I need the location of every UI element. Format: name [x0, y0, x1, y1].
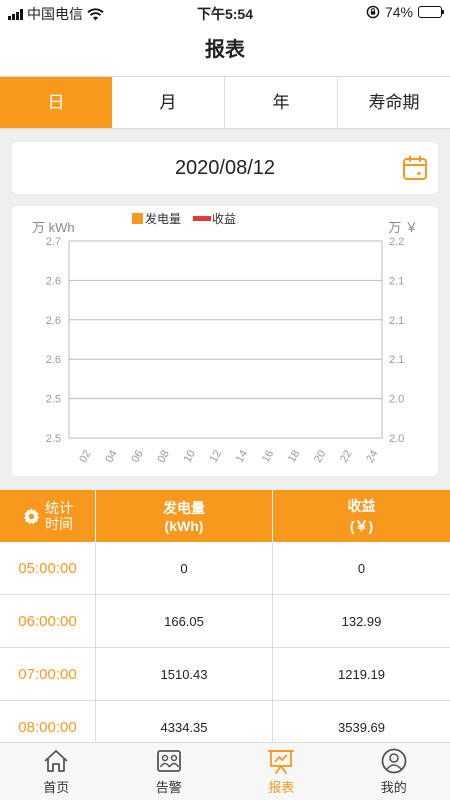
alarm-icon: [156, 750, 181, 772]
tab-day[interactable]: 日: [0, 77, 112, 128]
legend-label-energy: 发电量: [145, 211, 181, 226]
cell-energy: 0: [96, 542, 273, 594]
right-tick-label: 2.1: [389, 354, 404, 366]
cell-income: 0: [357, 560, 366, 576]
x-tick-label: 12: [208, 448, 225, 465]
cell-time: 05:00:00: [0, 542, 96, 594]
chart-card: 发电量 收益万 kWh 万 ￥ 2.5 2.0 2.5 2.0 2.6 2.1 2.6 2.1 2.6…: [12, 206, 438, 476]
x-tick-label: 16: [260, 448, 277, 465]
x-tick-label: 06: [129, 448, 146, 465]
cell-time: 07:00:00: [0, 648, 96, 700]
nav-mine[interactable]: 我的: [338, 743, 450, 800]
left-tick-label: 2.6: [46, 354, 61, 366]
left-tick-label: 2.6: [46, 315, 61, 327]
calendar-icon[interactable]: [402, 155, 428, 181]
cell-energy: 166.05: [96, 595, 273, 647]
user-icon: [381, 748, 407, 774]
left-axis-unit: 万 kWh: [32, 220, 75, 235]
header-energy: 发电量 (kWh): [96, 490, 273, 542]
x-tick-label: 08: [155, 448, 172, 465]
tab-year[interactable]: 年: [225, 77, 338, 128]
right-tick-label: 2.1: [389, 315, 404, 327]
nav-report[interactable]: 报表: [225, 743, 338, 800]
legend-swatch-energy: [132, 213, 143, 224]
nav-home-label: 首页: [43, 780, 70, 795]
right-tick-label: 2.0: [389, 394, 404, 406]
status-right: 74%: [366, 4, 444, 20]
orientation-lock-icon: [366, 5, 380, 19]
right-tick-label: 2.0: [389, 433, 404, 445]
x-tick-label: 18: [286, 448, 303, 465]
header-time-line1: 统计: [45, 500, 73, 516]
plot-area: [68, 240, 383, 439]
table-row: 05:00:00 0 0: [0, 542, 450, 595]
table-header: 统计 时间 发电量 (kWh) 收益 (￥): [0, 490, 450, 542]
right-tick-label: 2.2: [389, 236, 404, 248]
bottom-nav: 首页 告警 报表 我的: [0, 742, 450, 800]
nav-bar: 报表: [0, 24, 450, 77]
tab-lifetime[interactable]: 寿命期: [338, 77, 450, 128]
report-icon: [268, 750, 295, 774]
cell-energy: 4334.35: [96, 701, 273, 742]
table-row: 06:00:00 166.05 132.99: [0, 595, 450, 648]
header-income: 收益 (￥): [273, 490, 450, 542]
period-tabs: 日 月 年 寿命期: [0, 77, 450, 129]
header-time-label: 统计 时间: [45, 500, 73, 532]
nav-alarm[interactable]: 告警: [113, 743, 226, 800]
tab-month[interactable]: 月: [112, 77, 225, 128]
legend-label-income: 收益: [212, 212, 236, 226]
chart: 发电量 收益万 kWh 万 ￥ 2.5 2.0 2.5 2.0 2.6 2.1 2.6 2.1 2.6…: [32, 211, 418, 465]
x-tick-label: 24: [364, 448, 381, 465]
report-table: 统计 时间 发电量 (kWh) 收益 (￥) 05:00:00 0 0 06:0…: [0, 490, 450, 742]
date-selector[interactable]: 2020/08/12: [12, 142, 438, 194]
header-energy-line1: 发电量: [163, 500, 205, 516]
cell-time: 08:00:00: [0, 701, 96, 742]
home-icon: [44, 750, 68, 772]
x-tick-label: 02: [77, 448, 94, 465]
nav-report-label: 报表: [268, 780, 295, 795]
right-axis-unit: 万 ￥: [388, 220, 418, 235]
table-row: 07:00:00 1510.43 1219.19: [0, 648, 450, 701]
header-time-line2: 时间: [45, 516, 73, 532]
table-row: 08:00:00 4334.35 3539.69: [0, 701, 450, 742]
left-tick-label: 2.6: [46, 275, 61, 287]
cell-energy: 1510.43: [96, 648, 273, 700]
x-tick-label: 22: [338, 448, 355, 465]
date-value: 2020/08/12: [174, 157, 276, 179]
x-tick-label: 04: [103, 448, 120, 465]
cell-time: 06:00:00: [0, 595, 96, 647]
status-bar: 中国电信 下午5:54 74%: [0, 0, 450, 24]
cell-income: 1219.19: [338, 666, 385, 682]
header-income-line2: (￥): [349, 518, 374, 534]
left-tick-label: 2.5: [46, 394, 61, 406]
nav-mine-label: 我的: [380, 780, 407, 795]
right-tick-label: 2.1: [389, 275, 404, 287]
legend-swatch-income: [193, 216, 211, 221]
nav-home[interactable]: 首页: [0, 743, 113, 800]
battery-percent: 74%: [384, 4, 413, 20]
header-income-line1: 收益: [347, 498, 376, 514]
gear-icon[interactable]: [22, 507, 41, 526]
cell-income: 132.99: [341, 613, 382, 629]
battery-icon: [418, 6, 444, 18]
left-tick-label: 2.7: [46, 236, 61, 248]
page-title: 报表: [205, 39, 245, 61]
header-energy-line2: (kWh): [164, 518, 204, 534]
x-tick-label: 14: [234, 448, 251, 465]
cell-income: 3539.69: [338, 719, 385, 735]
x-tick-label: 20: [312, 448, 329, 465]
left-tick-label: 2.5: [46, 433, 61, 445]
header-time[interactable]: 统计 时间: [0, 490, 96, 542]
x-tick-label: 10: [182, 448, 199, 465]
nav-alarm-label: 告警: [155, 780, 182, 795]
